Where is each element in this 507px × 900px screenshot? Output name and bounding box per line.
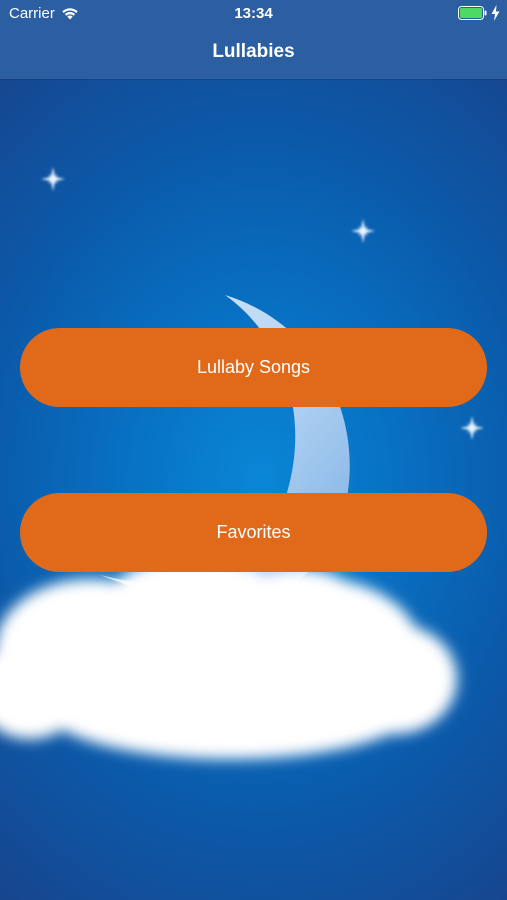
battery-icon [458, 6, 487, 20]
night-sky-background [0, 79, 507, 900]
favorites-label: Favorites [216, 522, 291, 542]
lullaby-songs-label: Lullaby Songs [196, 357, 311, 377]
night-sky-art [0, 167, 484, 759]
clock-label: 13:34 [234, 5, 273, 22]
star-icon [460, 416, 484, 440]
charging-bolt-icon [491, 5, 500, 21]
star-icon [351, 219, 375, 243]
lullaby-songs-button[interactable]: Lullaby Songs [20, 328, 487, 407]
app-screen: Carrier 13:34 Lullabies Lullaby Songs Fa… [0, 0, 507, 900]
cloud-icon [0, 559, 457, 759]
page-title: Lullabies [212, 41, 295, 62]
top-bar: Carrier 13:34 Lullabies [0, 0, 507, 79]
star-icon [41, 167, 65, 191]
favorites-button[interactable]: Favorites [20, 493, 487, 572]
